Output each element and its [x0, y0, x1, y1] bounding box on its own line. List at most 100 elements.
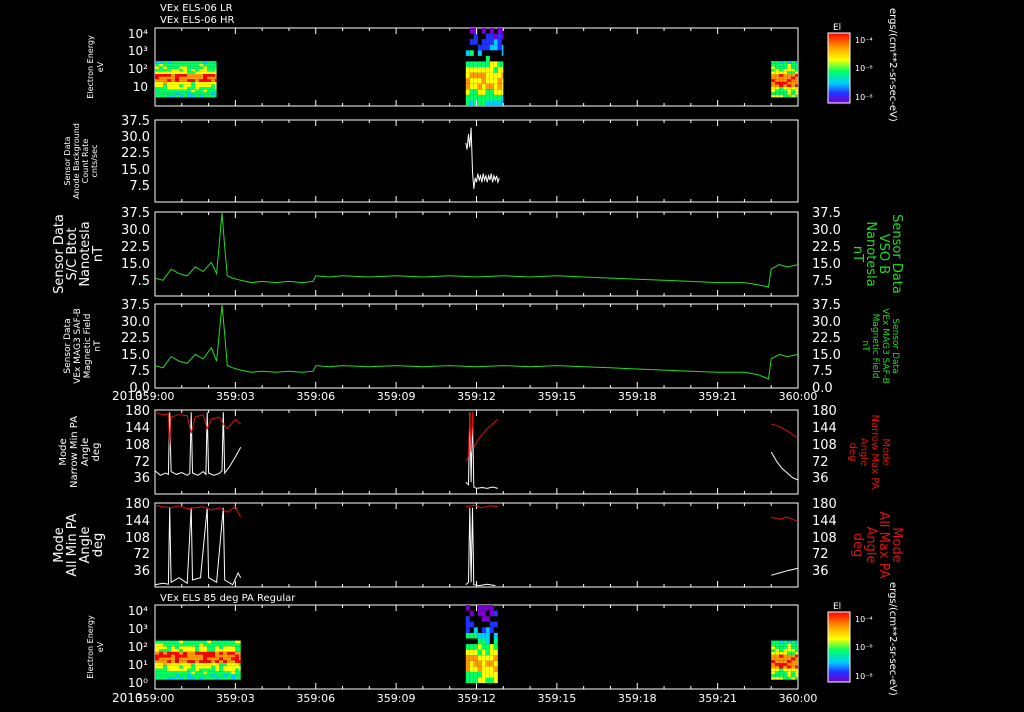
p1-heatmap-cell: [502, 34, 504, 40]
p1-heatmap-cell: [787, 92, 791, 95]
p1-heatmap-cell: [787, 84, 791, 87]
p1-heatmap-cell: [215, 79, 217, 82]
p7-heatmap-cell: [167, 652, 171, 655]
p7-heatmap-cell: [207, 655, 211, 658]
p7-heatmap-cell: [227, 663, 231, 666]
p7-heatmap-cell: [223, 643, 227, 646]
p3-ytick-label-right: 30.0: [812, 223, 841, 238]
p1-heatmap-cell: [795, 61, 798, 64]
p7-heatmap-cell: [227, 649, 231, 652]
p7-heatmap-cell: [159, 674, 163, 677]
p7-heatmap-cell: [223, 677, 227, 680]
p1-heatmap-cell: [195, 69, 199, 72]
p1-heatmap-cell: [795, 92, 798, 95]
p7-heatmap-cell: [183, 657, 187, 660]
x-tick-label: 359:06: [296, 390, 335, 403]
p7-heatmap-cell: [155, 677, 159, 680]
p7-heatmap-cell: [211, 652, 215, 655]
p1-heatmap-cell: [211, 64, 215, 67]
p6-ytick-label-right: 72: [812, 547, 829, 562]
p7-heatmap-cell: [175, 655, 179, 658]
p1-heatmap-cell: [203, 69, 207, 72]
p7-heatmap-cell: [771, 663, 775, 666]
p1-heatmap-cell: [159, 71, 163, 74]
p1-heatmap-cell: [490, 84, 494, 90]
p7-heatmap-cell: [239, 677, 241, 680]
p1-heatmap-cell: [179, 84, 183, 87]
p1-heatmap-cell: [498, 28, 502, 34]
p7-heatmap-cell: [227, 646, 231, 649]
p1-heatmap-cell: [486, 89, 490, 95]
p7-heatmap-cell: [215, 671, 219, 674]
p1-heatmap-cell: [795, 66, 798, 69]
p7-heatmap-cell: [203, 649, 207, 652]
p7-heatmap-cell: [231, 663, 235, 666]
p7-heatmap-cell: [171, 649, 175, 652]
p7-heatmap-cell: [787, 646, 791, 649]
p1-heatmap-cell: [490, 67, 494, 73]
p1-heatmap-cell: [474, 61, 478, 67]
p7-heatmap-cell: [183, 646, 187, 649]
plot-stage: VEx ELS-06 LR VEx ELS-06 HR VEx ELS 85 d…: [0, 0, 1024, 708]
p7-heatmap-cell: [211, 671, 215, 674]
p1-heatmap-cell: [191, 87, 195, 90]
p1-heatmap-cell: [207, 79, 211, 82]
p1-heatmap-cell: [183, 92, 187, 95]
p7-heatmap-cell: [207, 669, 211, 672]
p7-heatmap-cell: [490, 650, 494, 656]
p1-heatmap-cell: [203, 92, 207, 95]
p7-heatmap-cell: [795, 671, 798, 674]
x-tick-label: 359:00: [136, 390, 175, 403]
p7-heatmap-cell: [179, 649, 183, 652]
p7-heatmap-cell: [183, 643, 187, 646]
p1-heatmap-cell: [187, 77, 191, 80]
p1-heatmap-cell: [155, 77, 159, 80]
p7-heatmap-cell: [490, 672, 494, 678]
p1-heatmap-cell: [203, 90, 207, 93]
p1-heatmap-cell: [155, 82, 159, 85]
p7-heatmap-cell: [183, 669, 187, 672]
p7-heatmap-cell: [187, 655, 191, 658]
p7-heatmap-cell: [231, 655, 235, 658]
p5-ylabel-right-1: Mode: [880, 438, 891, 465]
p7-heatmap-cell: [179, 657, 183, 660]
p7-ylabel-1: Electron Energy: [86, 615, 95, 679]
p7-heatmap-cell: [775, 655, 779, 658]
p7-heatmap-cell: [486, 627, 490, 633]
p1-heatmap-cell: [211, 84, 215, 87]
p7-heatmap-cell: [207, 674, 211, 677]
p3-ytick-label: 7.5: [129, 274, 150, 289]
p7-heatmap-cell: [167, 641, 171, 644]
p7-heatmap-cell: [231, 671, 235, 674]
p7-heatmap-cell: [187, 652, 191, 655]
p7-heatmap-cell: [187, 671, 191, 674]
p7-heatmap-cell: [219, 677, 223, 680]
p7-heatmap-cell: [791, 674, 795, 677]
p7-heatmap-cell: [787, 643, 791, 646]
p7-heatmap-cell: [191, 643, 195, 646]
p7-heatmap-cell: [787, 655, 791, 658]
p7-heatmap-cell: [791, 652, 795, 655]
p1-heatmap-cell: [179, 92, 183, 95]
p7-heatmap-cell: [470, 611, 474, 617]
p7-heatmap-cell: [223, 646, 227, 649]
p1-heatmap-cell: [195, 71, 199, 74]
colorbar-bottom-tick: 10⁻⁶: [855, 643, 873, 652]
p1-heatmap-cell: [163, 92, 167, 95]
x-tick-label: 359:12: [457, 390, 496, 403]
p1-heatmap-cell: [163, 69, 167, 72]
p1-heatmap-cell: [795, 69, 798, 72]
p7-heatmap-cell: [470, 633, 474, 639]
p1-heatmap-cell: [795, 90, 798, 93]
p1-heatmap-cell: [179, 90, 183, 93]
p7-heatmap-cell: [159, 663, 163, 666]
p1-heatmap-cell: [771, 92, 775, 95]
p1-heatmap-cell: [191, 77, 195, 80]
p7-heatmap-cell: [211, 674, 215, 677]
p1-heatmap-cell: [502, 67, 504, 73]
p7-heatmap-cell: [171, 677, 175, 680]
p7-heatmap-cell: [783, 652, 787, 655]
p7-heatmap-cell: [482, 666, 486, 672]
p5-ytick-label: 180: [125, 404, 150, 419]
p7-heatmap-cell: [466, 633, 470, 639]
